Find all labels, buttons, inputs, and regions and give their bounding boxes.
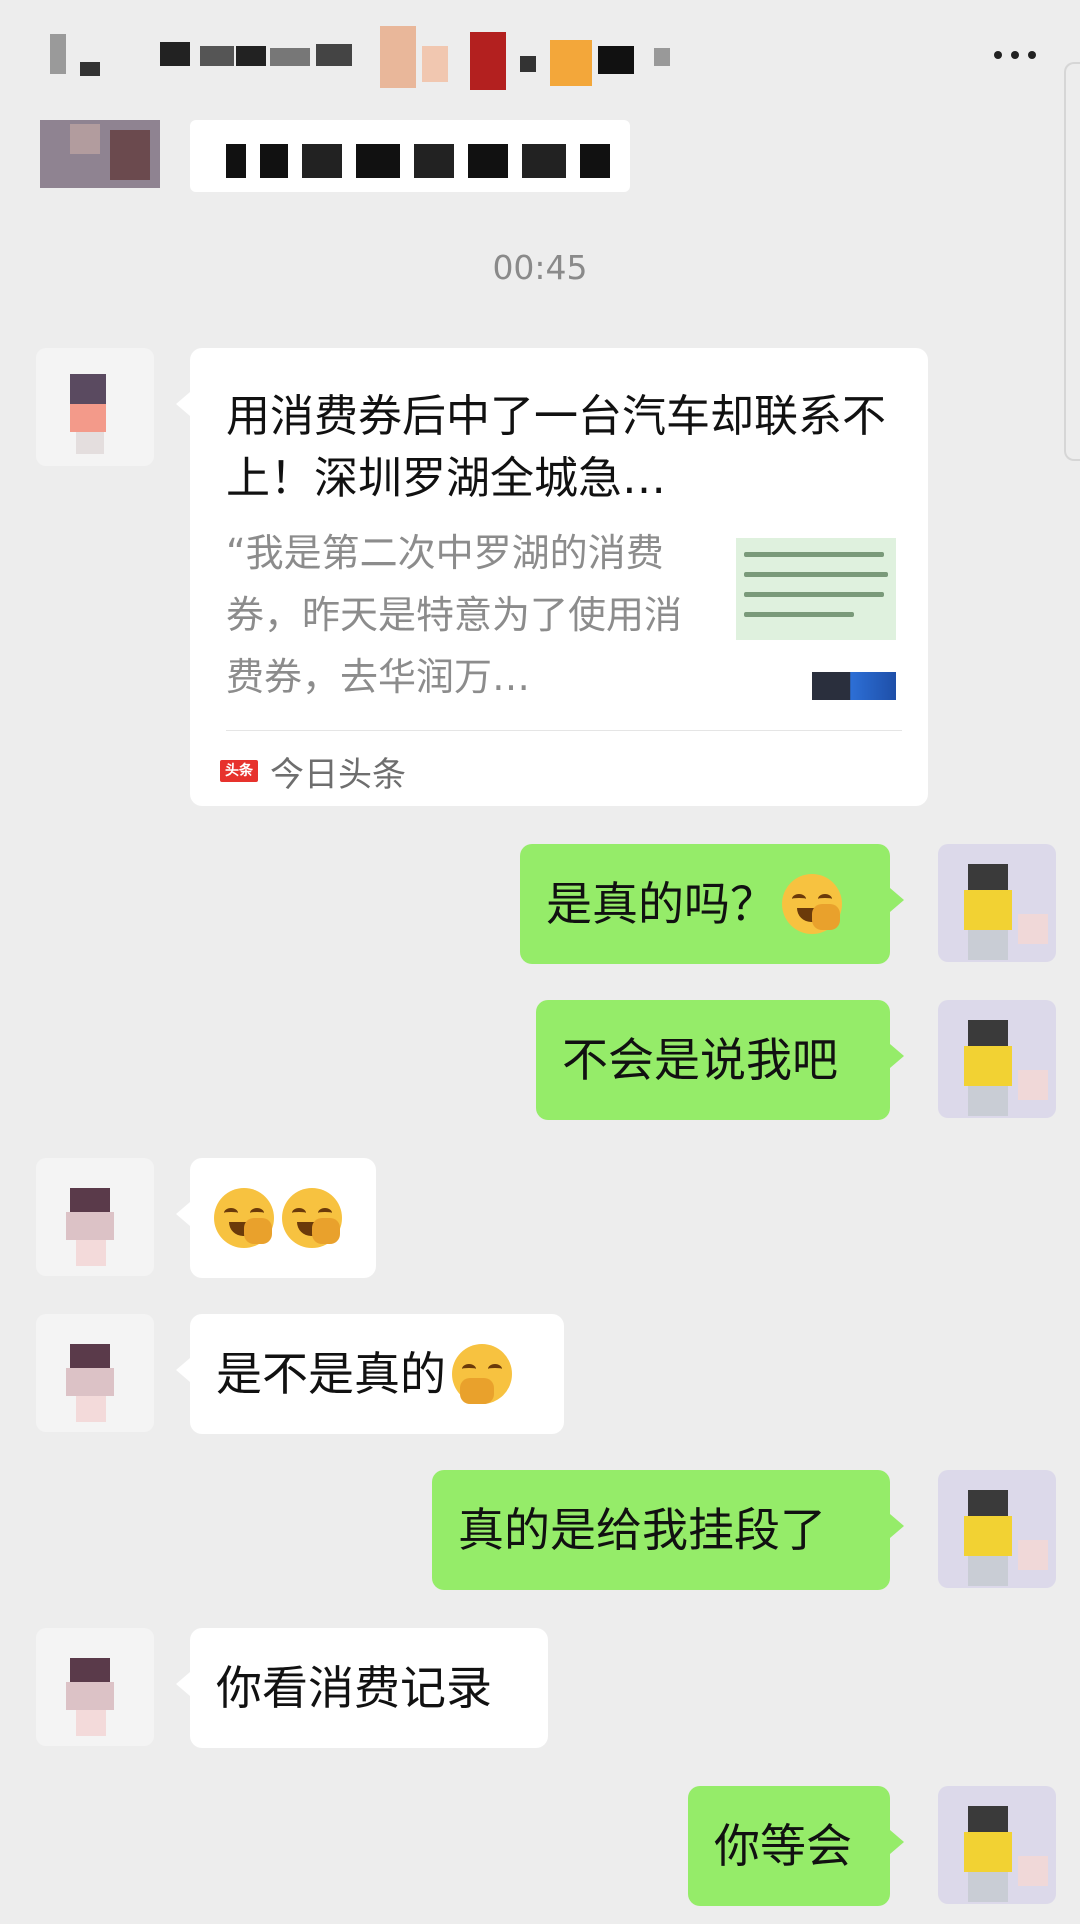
- more-dot-icon: [994, 51, 1002, 59]
- article-source: 头条 今日头条: [220, 746, 406, 796]
- message-bubble-outgoing[interactable]: 不会是说我吧: [536, 1000, 904, 1120]
- contact-avatar[interactable]: [36, 1628, 154, 1746]
- self-avatar[interactable]: [938, 1786, 1056, 1904]
- message-bubble-outgoing[interactable]: 是真的吗？: [520, 844, 904, 964]
- more-dot-icon: [1028, 51, 1036, 59]
- toutiao-logo-icon: 头条: [220, 760, 258, 782]
- source-name: 今日头条: [270, 754, 406, 795]
- message-bubble-outgoing[interactable]: 你等会: [688, 1786, 904, 1906]
- message-text: 不会是说我吧: [562, 1033, 838, 1087]
- message-text: 真的是给我挂段了: [458, 1503, 826, 1557]
- message-text: 你等会: [714, 1819, 852, 1873]
- more-options-button[interactable]: [980, 30, 1050, 80]
- contact-avatar[interactable]: [36, 1158, 154, 1276]
- chat-header: [0, 0, 1080, 461]
- article-thumbnail: [736, 538, 896, 700]
- message-bubble-incoming[interactable]: [176, 1158, 376, 1278]
- message-bubble-outgoing[interactable]: 真的是给我挂段了: [432, 1470, 904, 1590]
- self-avatar[interactable]: [938, 1000, 1056, 1118]
- self-avatar[interactable]: [938, 1470, 1056, 1588]
- message-bubble-incoming[interactable]: 你看消费记录: [176, 1628, 548, 1748]
- article-description: “我是第二次中罗湖的消费券，昨天是特意为了使用消费券，去华润万…: [226, 531, 683, 699]
- message-text: 你看消费记录: [216, 1661, 492, 1715]
- message-text: 是真的吗？: [546, 877, 776, 931]
- message-bubble-incoming[interactable]: 是不是真的: [176, 1314, 564, 1434]
- article-title: 用消费券后中了一台汽车却联系不上！深圳罗湖全城急…: [226, 391, 886, 504]
- rolling-laughing-emoji-icon: [282, 1188, 342, 1248]
- more-dot-icon: [1011, 51, 1019, 59]
- contact-name-redacted: [50, 26, 690, 106]
- self-avatar[interactable]: [938, 844, 1056, 962]
- contact-avatar[interactable]: [36, 348, 154, 466]
- rolling-laughing-emoji-icon: [214, 1188, 274, 1248]
- contact-avatar[interactable]: [36, 1314, 154, 1432]
- shared-article-card[interactable]: 用消费券后中了一台汽车却联系不上！深圳罗湖全城急… “我是第二次中罗湖的消费券，…: [176, 348, 928, 806]
- message-text: 是不是真的: [216, 1347, 446, 1401]
- card-divider: [226, 730, 902, 731]
- redacted-banner: [40, 120, 640, 192]
- message-timestamp: 00:45: [492, 248, 588, 287]
- rolling-laughing-emoji-icon: [782, 874, 842, 934]
- face-with-hand-over-mouth-emoji-icon: [452, 1344, 512, 1404]
